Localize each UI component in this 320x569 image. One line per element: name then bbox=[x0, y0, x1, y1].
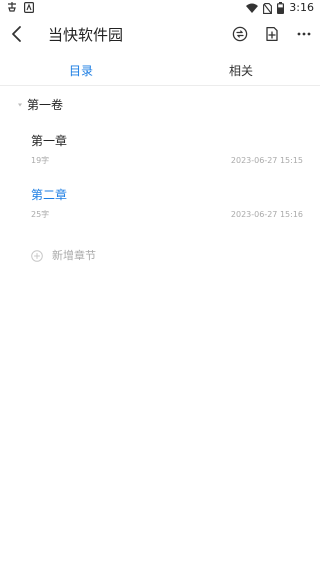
more-button[interactable] bbox=[294, 24, 314, 44]
add-chapter-label: 新增章节 bbox=[52, 249, 96, 262]
volume-header[interactable]: 第一卷 bbox=[18, 97, 63, 113]
tab-catalog[interactable]: 目录 bbox=[69, 63, 93, 79]
app-icon-1 bbox=[6, 1, 18, 13]
sync-icon bbox=[232, 26, 248, 42]
status-bar: 3:16 bbox=[0, 0, 320, 16]
battery-icon bbox=[277, 2, 285, 14]
back-button[interactable] bbox=[6, 23, 28, 45]
no-sim-icon bbox=[263, 2, 273, 14]
plus-circle-icon bbox=[31, 250, 43, 262]
app-bar: 当快软件园 bbox=[0, 16, 320, 54]
back-icon bbox=[12, 26, 21, 42]
add-file-button[interactable] bbox=[262, 24, 282, 44]
chapter-title: 第一章 bbox=[31, 134, 68, 148]
volume-title: 第一卷 bbox=[27, 98, 64, 112]
wifi-icon bbox=[246, 3, 259, 13]
chapter-item[interactable]: 第一章 19字 2023-06-27 15:15 bbox=[0, 131, 320, 175]
tab-related[interactable]: 相关 bbox=[229, 63, 253, 79]
tab-bar: 目录 相关 bbox=[0, 54, 320, 86]
status-left bbox=[6, 1, 34, 13]
chapter-word-count: 19字 bbox=[31, 156, 50, 165]
status-right: 3:16 bbox=[246, 1, 314, 15]
add-chapter-button[interactable]: 新增章节 bbox=[31, 249, 96, 263]
chapter-word-count: 25字 bbox=[31, 210, 50, 219]
add-file-icon bbox=[266, 26, 278, 42]
sync-button[interactable] bbox=[230, 24, 250, 44]
more-icon bbox=[297, 32, 311, 36]
chapter-item[interactable]: 第二章 25字 2023-06-27 15:16 bbox=[0, 185, 320, 229]
page-title: 当快软件园 bbox=[48, 26, 124, 44]
chapter-date: 2023-06-27 15:16 bbox=[230, 210, 303, 219]
chapter-title: 第二章 bbox=[31, 188, 68, 202]
status-time: 3:16 bbox=[289, 1, 314, 14]
app-icon-2 bbox=[24, 1, 34, 13]
caret-down-icon bbox=[18, 103, 22, 107]
chapter-date: 2023-06-27 15:15 bbox=[230, 156, 303, 165]
